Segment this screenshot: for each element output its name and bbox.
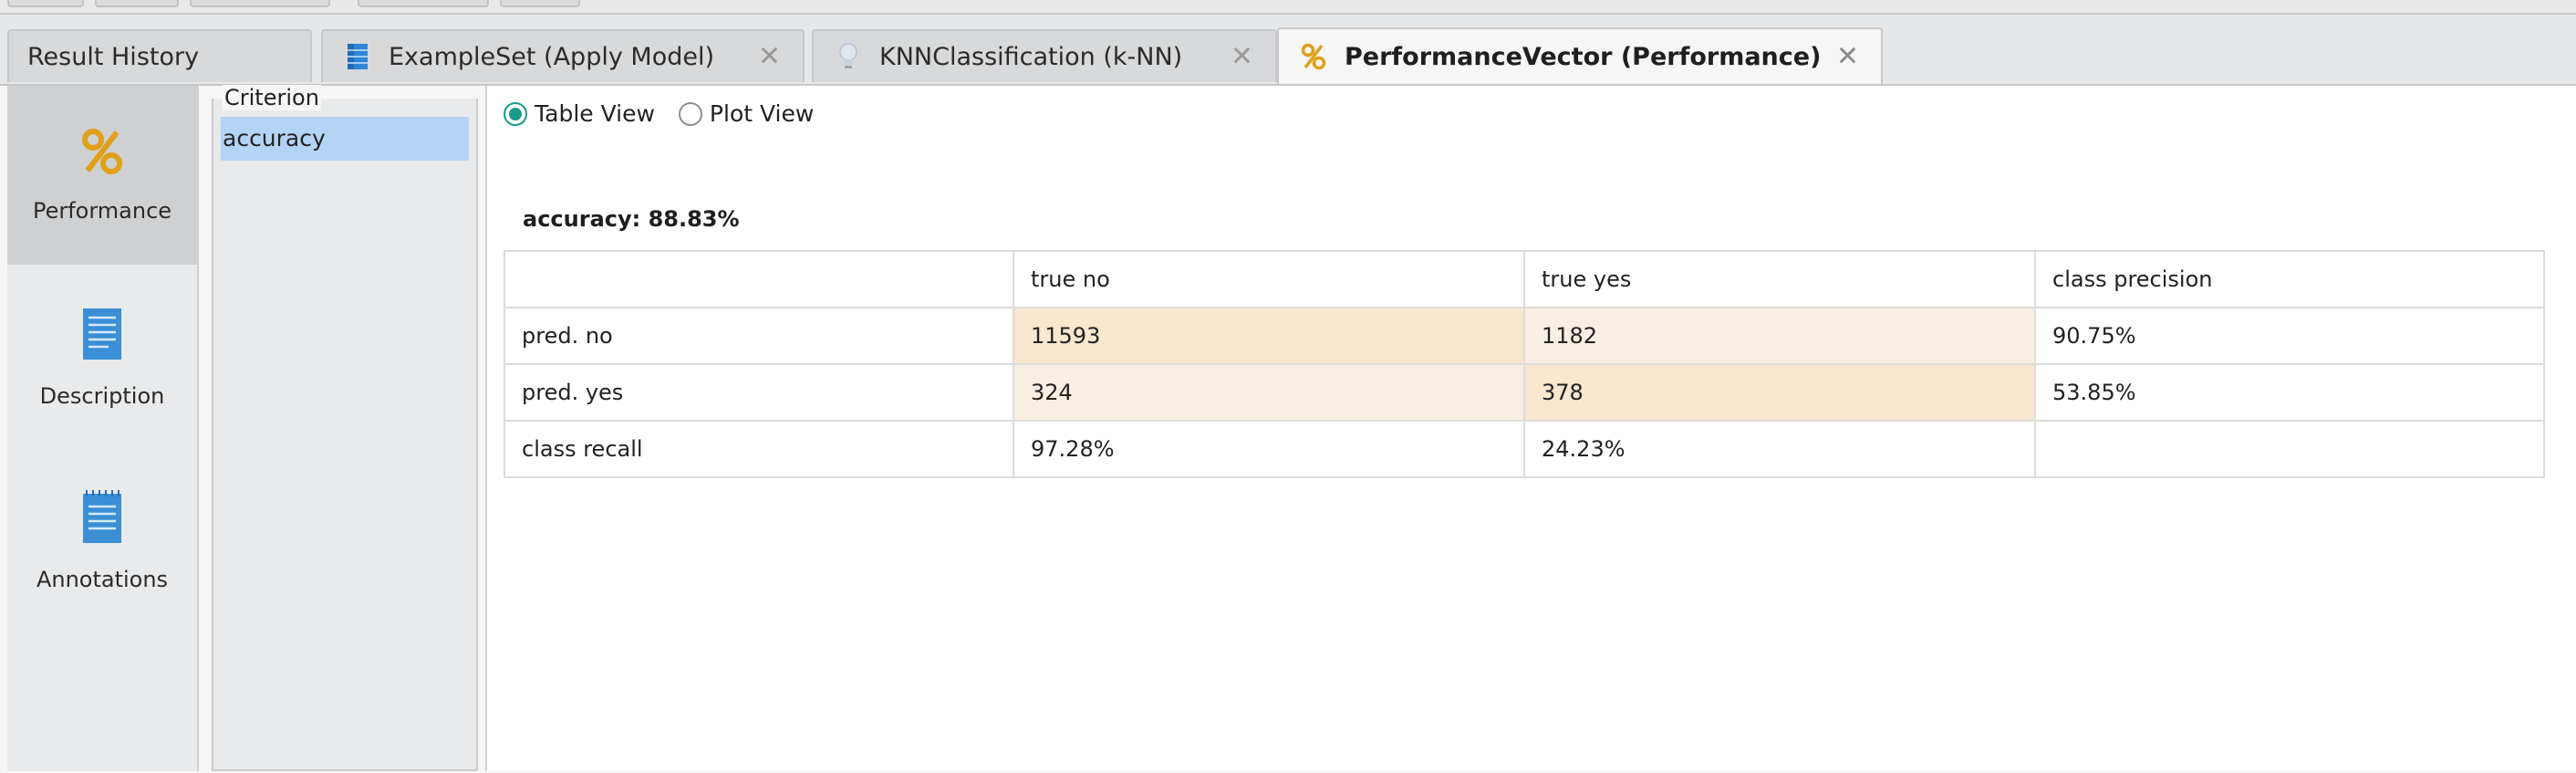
sidebar-item-label: Annotations <box>36 567 169 592</box>
radio-indicator <box>678 101 702 126</box>
toolbar-nub <box>7 0 84 7</box>
close-icon[interactable]: ✕ <box>1231 41 1253 73</box>
sidebar-item-label: Description <box>39 383 165 409</box>
row-label-cell: class recall <box>504 420 1014 478</box>
criterion-legend: Criterion <box>223 85 321 110</box>
table-cell: 324 <box>1013 363 1525 422</box>
accuracy-title: accuracy: 88.83% <box>523 206 740 232</box>
table-cell: 24.23% <box>1523 420 2036 478</box>
table-header-cell: true yes <box>1523 250 2036 308</box>
table-header-cell <box>504 250 1014 308</box>
tab-performance-vector[interactable]: PerformanceVector (Performance) ✕ <box>1277 27 1883 84</box>
tab-result-history[interactable]: Result History <box>7 29 312 82</box>
table-header-cell: class precision <box>2034 250 2545 308</box>
sidebar-item-annotations[interactable]: Annotations <box>7 451 197 630</box>
radio-indicator <box>504 101 527 126</box>
radio-label: Table View <box>535 100 655 127</box>
table-row: pred. no 11593 1182 90.75% <box>504 307 2545 365</box>
view-mode-selector: Table View Plot View <box>504 100 837 127</box>
criterion-panel <box>212 99 478 771</box>
row-label-cell: pred. no <box>504 307 1014 365</box>
close-icon[interactable]: ✕ <box>1836 41 1859 73</box>
table-header-row: true no true yes class precision <box>504 250 2545 308</box>
table-view-radio[interactable]: Table View <box>504 100 655 127</box>
tab-exampleset[interactable]: ExampleSet (Apply Model) ✕ <box>321 29 805 82</box>
notepad-icon <box>81 488 123 550</box>
percent-icon <box>1299 42 1328 71</box>
sidebar-item-description[interactable]: Description <box>7 268 197 447</box>
row-label-cell: pred. yes <box>504 363 1014 422</box>
sidebar-item-label: Performance <box>32 198 172 224</box>
tab-knn-classification[interactable]: KNNClassification (k-NN) ✕ <box>812 29 1277 82</box>
plot-view-radio[interactable]: Plot View <box>678 100 815 127</box>
lightbulb-icon <box>834 42 863 71</box>
table-cell: 97.28% <box>1013 420 1525 478</box>
criterion-item-accuracy[interactable]: accuracy <box>221 117 469 161</box>
percent-icon <box>80 127 124 182</box>
tab-label: ExampleSet (Apply Model) <box>389 42 714 71</box>
document-icon <box>81 307 123 367</box>
tab-label: KNNClassification (k-NN) <box>879 42 1183 71</box>
table-cell: 378 <box>1523 363 2036 422</box>
table-cell: 53.85% <box>2034 363 2545 422</box>
close-icon[interactable]: ✕ <box>758 41 781 73</box>
toolbar-nub <box>190 0 330 7</box>
toolbar-nub <box>500 0 580 7</box>
table-cell <box>2034 420 2545 478</box>
sidebar-item-performance[interactable]: Performance <box>7 86 197 265</box>
tab-label: PerformanceVector (Performance) <box>1345 42 1822 71</box>
table-icon <box>343 42 372 71</box>
table-cell: 90.75% <box>2034 307 2545 365</box>
table-header-cell: true no <box>1013 250 1525 308</box>
table-row: class recall 97.28% 24.23% <box>504 420 2545 478</box>
confusion-matrix-table: true no true yes class precision pred. n… <box>504 250 2545 478</box>
toolbar-nub <box>95 0 179 7</box>
result-tab-bar: Result History ExampleSet (Apply Model) … <box>0 13 2576 84</box>
radio-label: Plot View <box>709 100 815 127</box>
table-cell: 11593 <box>1013 307 1525 365</box>
toolbar-nub <box>358 0 489 7</box>
table-cell: 1182 <box>1523 307 2036 365</box>
table-row: pred. yes 324 378 53.85% <box>504 363 2545 422</box>
view-sidebar: Performance Description Annotations <box>7 86 199 771</box>
tab-label: Result History <box>27 42 200 71</box>
